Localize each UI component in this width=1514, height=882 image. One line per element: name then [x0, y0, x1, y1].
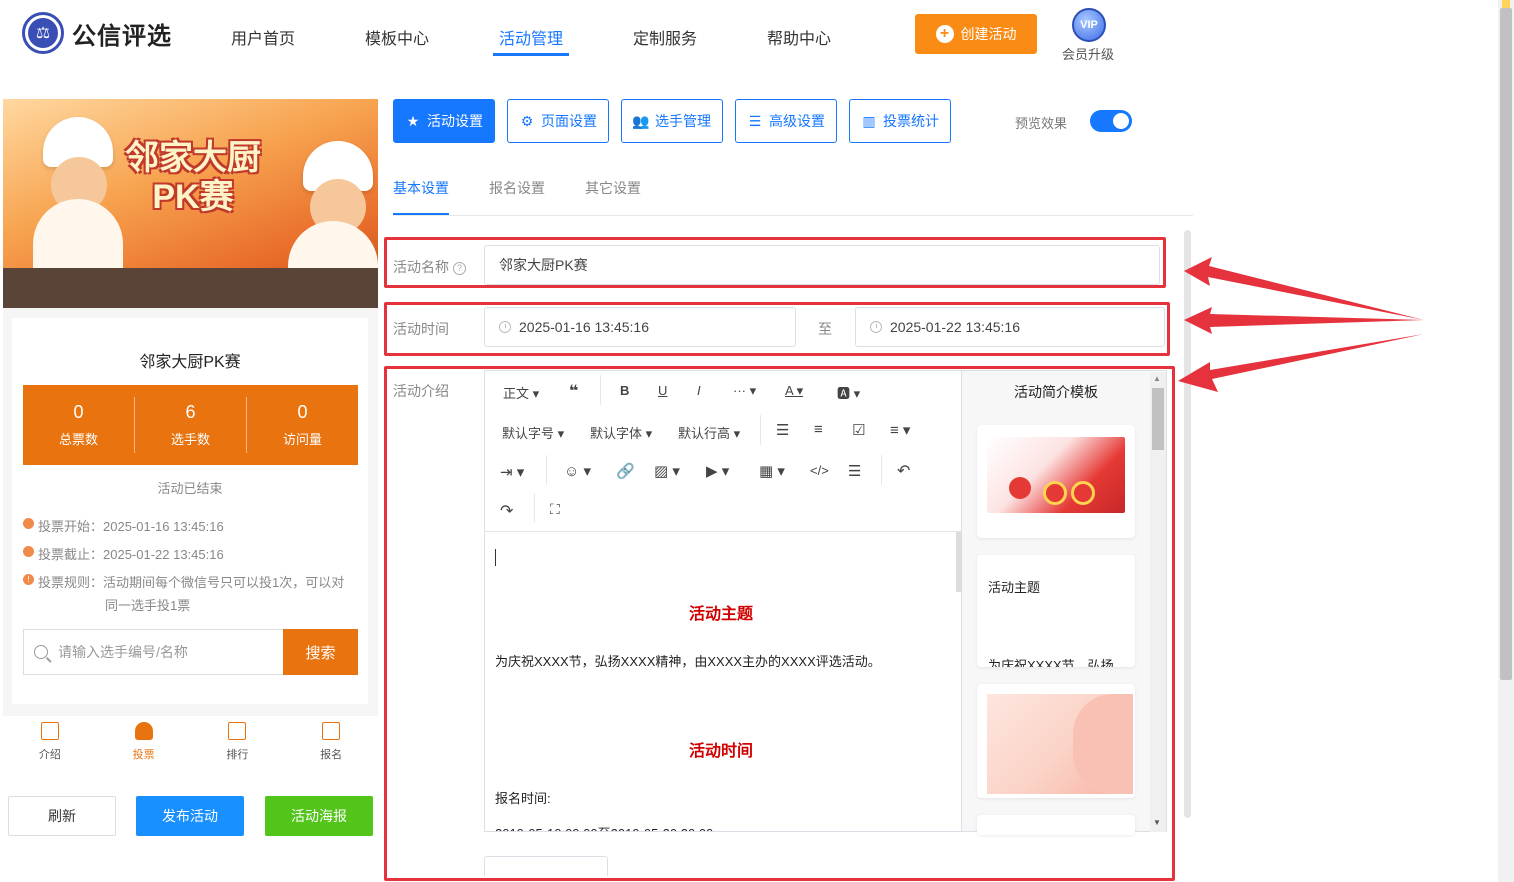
- subtab-other[interactable]: 其它设置: [585, 178, 641, 198]
- nav-help-center[interactable]: 帮助中心: [767, 25, 831, 49]
- highlight-box-time: [384, 302, 1170, 356]
- tab-intro[interactable]: 介绍: [3, 716, 97, 768]
- logo-icon[interactable]: ⚖: [22, 12, 64, 54]
- page-scrollbar-thumb[interactable]: [1500, 8, 1512, 680]
- nav-activity-management[interactable]: 活动管理: [499, 25, 563, 49]
- plus-icon: +: [935, 25, 954, 43]
- stat-total-votes: 0 总票数: [58, 402, 98, 447]
- logo-text[interactable]: 公信评选: [72, 16, 172, 51]
- activity-status: 活动已结束: [157, 481, 223, 496]
- preview-toggle-label: 预览效果: [1015, 116, 1068, 131]
- refresh-button[interactable]: 刷新: [8, 796, 116, 836]
- tab-vote[interactable]: 投票: [97, 716, 191, 768]
- page-scrollbar-marker: [1502, 0, 1510, 8]
- contestant-search-input[interactable]: [58, 644, 258, 660]
- subtab-basic[interactable]: 基本设置: [393, 178, 449, 198]
- preview-tabbar: 介绍 投票 排行 报名: [3, 716, 378, 768]
- activity-settings-button[interactable]: ★ 活动设置: [393, 99, 495, 143]
- search-button[interactable]: 搜索: [283, 629, 358, 675]
- vote-start-row: 投票开始：2025-01-16 13:45:16: [23, 516, 224, 535]
- contestant-management-button[interactable]: 👥 选手管理: [621, 99, 723, 143]
- nav-active-indicator: [493, 53, 569, 56]
- person-icon: [134, 722, 153, 740]
- nav-custom-service[interactable]: 定制服务: [633, 25, 697, 49]
- annotation-arrows: [1178, 257, 1424, 392]
- vote-rule-row-cont: 同一选手投1票: [105, 598, 191, 613]
- highlight-box-intro: [384, 366, 1175, 881]
- info-icon: !: [23, 574, 34, 585]
- clock-icon: [23, 546, 34, 557]
- subtab-signup[interactable]: 报名设置: [489, 178, 545, 198]
- search-icon: [34, 645, 48, 659]
- create-activity-label: 创建活动: [960, 26, 1017, 42]
- nav-user-home[interactable]: 用户首页: [231, 25, 295, 49]
- vote-statistics-button[interactable]: ▥ 投票统计: [849, 99, 951, 143]
- subtab-active-indicator: [393, 213, 449, 215]
- ranking-icon: [228, 722, 247, 740]
- create-activity-button[interactable]: + 创建活动: [915, 14, 1037, 54]
- stats-panel: 0 总票数 6 选手数 0 访问量: [23, 385, 358, 465]
- vip-icon[interactable]: VIP: [1072, 8, 1106, 42]
- preview-toggle[interactable]: [1090, 110, 1132, 132]
- vip-upgrade-link[interactable]: 会员升级: [1062, 44, 1114, 63]
- vote-rule-row: ! 投票规则：活动期间每个微信号只可以投1次，可以对: [23, 572, 344, 591]
- bar-chart-icon: ▥: [862, 112, 876, 129]
- tab-signup[interactable]: 报名: [284, 716, 378, 768]
- publish-activity-button[interactable]: 发布活动: [136, 796, 244, 836]
- activity-banner-image: 邻家大厨PK赛: [3, 99, 378, 308]
- sliders-icon: ☰: [748, 112, 762, 129]
- highlight-box-name: [384, 237, 1166, 288]
- stat-visits: 0 访问量: [282, 402, 322, 447]
- subtab-divider: [393, 215, 1193, 216]
- gear-icon: ⚙: [520, 112, 534, 129]
- star-icon: ★: [406, 112, 420, 129]
- nav-template-center[interactable]: 模板中心: [365, 25, 429, 49]
- activity-poster-button[interactable]: 活动海报: [265, 796, 373, 836]
- intro-icon: [40, 722, 59, 740]
- preview-activity-title: 邻家大厨PK赛: [139, 354, 241, 371]
- banner-title-art: 邻家大厨PK赛: [125, 139, 261, 217]
- stat-contestants: 6 选手数: [170, 402, 210, 447]
- clock-icon: [23, 518, 34, 529]
- users-icon: 👥: [632, 112, 650, 129]
- tab-ranking[interactable]: 排行: [191, 716, 285, 768]
- advanced-settings-button[interactable]: ☰ 高级设置: [735, 99, 837, 143]
- page-settings-button[interactable]: ⚙ 页面设置: [507, 99, 609, 143]
- vote-end-row: 投票截止：2025-01-22 13:45:16: [23, 544, 224, 563]
- signup-icon: [322, 722, 341, 740]
- contestant-search-field[interactable]: [23, 629, 283, 675]
